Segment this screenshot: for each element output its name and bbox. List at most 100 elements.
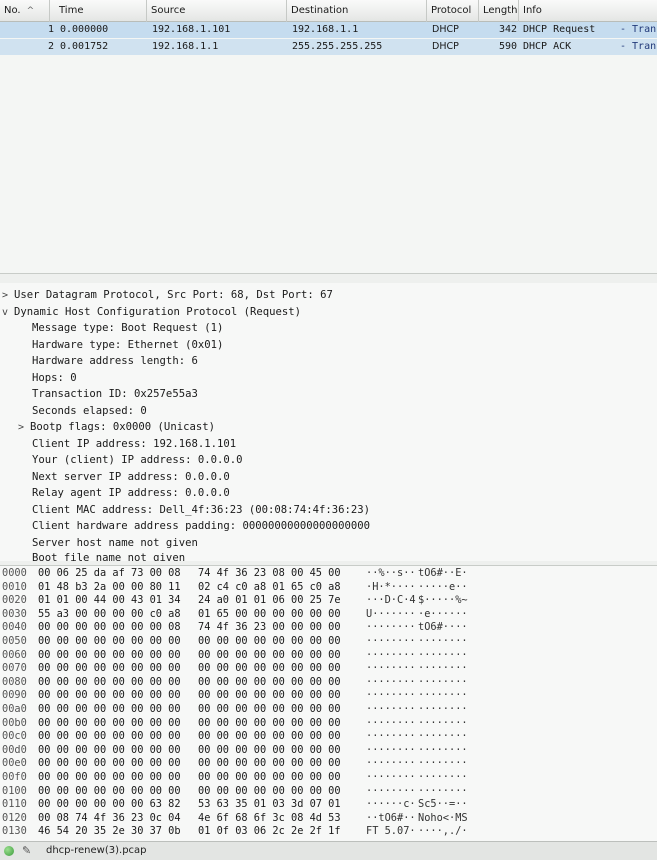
tree-item-field[interactable]: Relay agent IP address: 0.0.0.0: [32, 485, 230, 502]
hex-offset: 0130: [2, 825, 27, 838]
packet-list-header: No. ^ Time Source Destination Protocol Le…: [0, 0, 657, 22]
packet-bytes-pane[interactable]: 0000 00 06 25 da af 73 00 08 74 4f 36 23 0…: [0, 565, 657, 841]
hex-ascii: ·e······: [418, 607, 468, 620]
tree-item-label: Relay agent IP address: 0.0.0.0: [32, 487, 230, 499]
hex-row[interactable]: 0090 00 00 00 00 00 00 00 00 00 00 00 00 0…: [0, 689, 657, 703]
chevron-right-icon[interactable]: >: [2, 288, 14, 305]
packet-details-pane[interactable]: > User Datagram Protocol, Src Port: 68, D…: [0, 283, 657, 561]
hex-row[interactable]: 0120 00 08 74 4f 36 23 0c 04 4e 6f 68 6f 3…: [0, 812, 657, 826]
hex-ascii: ········: [366, 730, 416, 743]
packet-length: 590: [498, 41, 517, 52]
hex-row[interactable]: 0030 55 a3 00 00 00 00 c0 a8 01 65 00 00 0…: [0, 608, 657, 622]
hex-row[interactable]: 0050 00 00 00 00 00 00 00 00 00 00 00 00 0…: [0, 635, 657, 649]
hex-row[interactable]: 00c0 00 00 00 00 00 00 00 00 00 00 00 00 0…: [0, 730, 657, 744]
tree-item-field[interactable]: Transaction ID: 0x257e55a3: [32, 386, 198, 403]
column-label: Destination: [291, 5, 349, 16]
tree-item-field[interactable]: Client MAC address: Dell_4f:36:23 (00:08…: [32, 502, 370, 519]
hex-row[interactable]: 0110 00 00 00 00 00 00 63 82 53 63 35 01 0…: [0, 798, 657, 812]
hex-offset: 00c0: [2, 730, 27, 743]
hex-row[interactable]: 0060 00 00 00 00 00 00 00 00 00 00 00 00 0…: [0, 649, 657, 663]
tree-item-field[interactable]: Seconds elapsed: 0: [32, 403, 147, 420]
tree-item-field[interactable]: Hardware type: Ethernet (0x01): [32, 337, 223, 354]
hex-ascii: ········: [366, 771, 416, 783]
column-header-no[interactable]: No. ^: [0, 0, 50, 22]
tree-item-field[interactable]: Client IP address: 192.168.1.101: [32, 436, 236, 453]
packet-row[interactable]: 1 0.000000 192.168.1.101 192.168.1.1 DHC…: [0, 22, 657, 38]
column-label: Length: [483, 5, 518, 16]
tree-item-field[interactable]: Next server IP address: 0.0.0.0: [32, 469, 230, 486]
capture-status-icon[interactable]: [4, 846, 14, 856]
hex-row[interactable]: 0040 00 00 00 00 00 00 00 08 74 4f 36 23 0…: [0, 621, 657, 635]
tree-item-field[interactable]: Your (client) IP address: 0.0.0.0: [32, 452, 242, 469]
hex-row[interactable]: 00e0 00 00 00 00 00 00 00 00 00 00 00 00 0…: [0, 757, 657, 771]
hex-ascii: ········: [366, 743, 416, 756]
hex-offset: 00b0: [2, 716, 27, 729]
hex-row[interactable]: 00b0 00 00 00 00 00 00 00 00 00 00 00 00 0…: [0, 717, 657, 731]
tree-item-label: Server host name not given: [32, 536, 198, 549]
chevron-right-icon[interactable]: >: [18, 420, 30, 437]
hex-ascii: ········: [418, 648, 468, 661]
hex-offset: 0000: [2, 567, 27, 579]
hex-ascii: ········: [418, 662, 468, 675]
tree-item-field[interactable]: Boot file name not given: [32, 550, 185, 561]
hex-offset: 0060: [2, 648, 27, 661]
hex-ascii: tO6#····: [418, 621, 468, 634]
hex-row[interactable]: 0100 00 00 00 00 00 00 00 00 00 00 00 00 0…: [0, 785, 657, 799]
packet-list-pane[interactable]: No. ^ Time Source Destination Protocol Le…: [0, 0, 657, 274]
capture-file-name: dhcp-renew(3).pcap: [46, 845, 147, 856]
hex-row[interactable]: 0130 46 54 20 35 2e 30 37 0b 01 0f 03 06 2…: [0, 825, 657, 839]
hex-offset: 00a0: [2, 703, 27, 715]
hex-bytes: 01 48 b3 2a 00 00 80 11: [38, 580, 181, 593]
hex-offset: 00e0: [2, 757, 27, 770]
column-header-length[interactable]: Length: [479, 0, 519, 22]
hex-ascii: ·H·*····: [366, 580, 416, 593]
hex-row[interactable]: 0010 01 48 b3 2a 00 00 80 11 02 c4 c0 a8 0…: [0, 581, 657, 595]
column-header-info[interactable]: Info: [519, 0, 657, 22]
tree-item-field[interactable]: Hardware address length: 6: [32, 353, 198, 370]
hex-bytes: 55 a3 00 00 00 00 c0 a8: [38, 607, 181, 620]
hex-ascii: ········: [418, 730, 468, 743]
hex-ascii: ········: [366, 703, 416, 715]
hex-row[interactable]: 0020 01 01 00 44 00 43 01 34 24 a0 01 01 0…: [0, 594, 657, 608]
hex-row[interactable]: 0080 00 00 00 00 00 00 00 00 00 00 00 00 0…: [0, 676, 657, 690]
hex-bytes: 01 65 00 00 00 00 00 00: [198, 607, 341, 620]
hex-ascii: Noho<·MS: [418, 811, 468, 824]
packet-protocol: DHCP: [432, 24, 459, 35]
column-header-time[interactable]: Time: [55, 0, 147, 22]
tree-item-label: Bootp flags: 0x0000 (Unicast): [30, 421, 215, 433]
packet-info: DHCP ACK: [523, 41, 572, 52]
hex-row[interactable]: 00a0 00 00 00 00 00 00 00 00 00 00 00 00 0…: [0, 703, 657, 717]
tree-item-bootp-flags[interactable]: > Bootp flags: 0x0000 (Unicast): [18, 419, 215, 436]
hex-bytes: 00 00 00 00 00 00 00 00: [198, 716, 341, 729]
tree-item-field[interactable]: Message type: Boot Request (1): [32, 320, 223, 337]
hex-row[interactable]: 00f0 00 00 00 00 00 00 00 00 00 00 00 00 0…: [0, 771, 657, 785]
hex-ascii: ········: [366, 784, 416, 797]
hex-bytes: 00 00 00 00 00 00 00 00: [198, 662, 341, 675]
tree-item-label: Client hardware address padding: 0000000…: [32, 520, 371, 532]
hex-ascii: Sc5··=··: [418, 798, 468, 811]
column-header-destination[interactable]: Destination: [287, 0, 427, 22]
tree-item-field[interactable]: Hops: 0: [32, 370, 77, 387]
status-bar: ✎ dhcp-renew(3).pcap: [0, 841, 657, 860]
packet-destination: 255.255.255.255: [292, 41, 383, 52]
hex-row[interactable]: 0000 00 06 25 da af 73 00 08 74 4f 36 23 0…: [0, 567, 657, 581]
column-header-source[interactable]: Source: [147, 0, 287, 22]
hex-bytes: 00 00 00 00 00 00 00 00: [198, 675, 341, 688]
tree-item-dhcp[interactable]: v Dynamic Host Configuration Protocol (Re…: [2, 304, 301, 321]
hex-bytes: 00 00 00 00 00 00 00 00: [38, 635, 181, 647]
column-header-protocol[interactable]: Protocol: [427, 0, 479, 22]
hex-offset: 0120: [2, 811, 27, 824]
hex-offset: 0050: [2, 635, 27, 647]
edit-comment-icon[interactable]: ✎: [22, 844, 34, 857]
tree-item-field[interactable]: Client hardware address padding: 0000000…: [32, 518, 370, 535]
hex-ascii: ········: [366, 621, 416, 634]
packet-no: 2: [47, 41, 54, 52]
tree-item-label: Transaction ID: 0x257e55a3: [32, 388, 198, 400]
hex-row[interactable]: 0070 00 00 00 00 00 00 00 00 00 00 00 00 0…: [0, 662, 657, 676]
hex-row[interactable]: 00d0 00 00 00 00 00 00 00 00 00 00 00 00 0…: [0, 744, 657, 758]
tree-item-udp[interactable]: > User Datagram Protocol, Src Port: 68, D…: [2, 287, 333, 304]
hex-offset: 0080: [2, 675, 27, 688]
tree-item-field[interactable]: Server host name not given: [32, 535, 198, 552]
packet-row[interactable]: 2 0.001752 192.168.1.1 255.255.255.255 D…: [0, 39, 657, 55]
chevron-down-icon[interactable]: v: [2, 305, 14, 322]
